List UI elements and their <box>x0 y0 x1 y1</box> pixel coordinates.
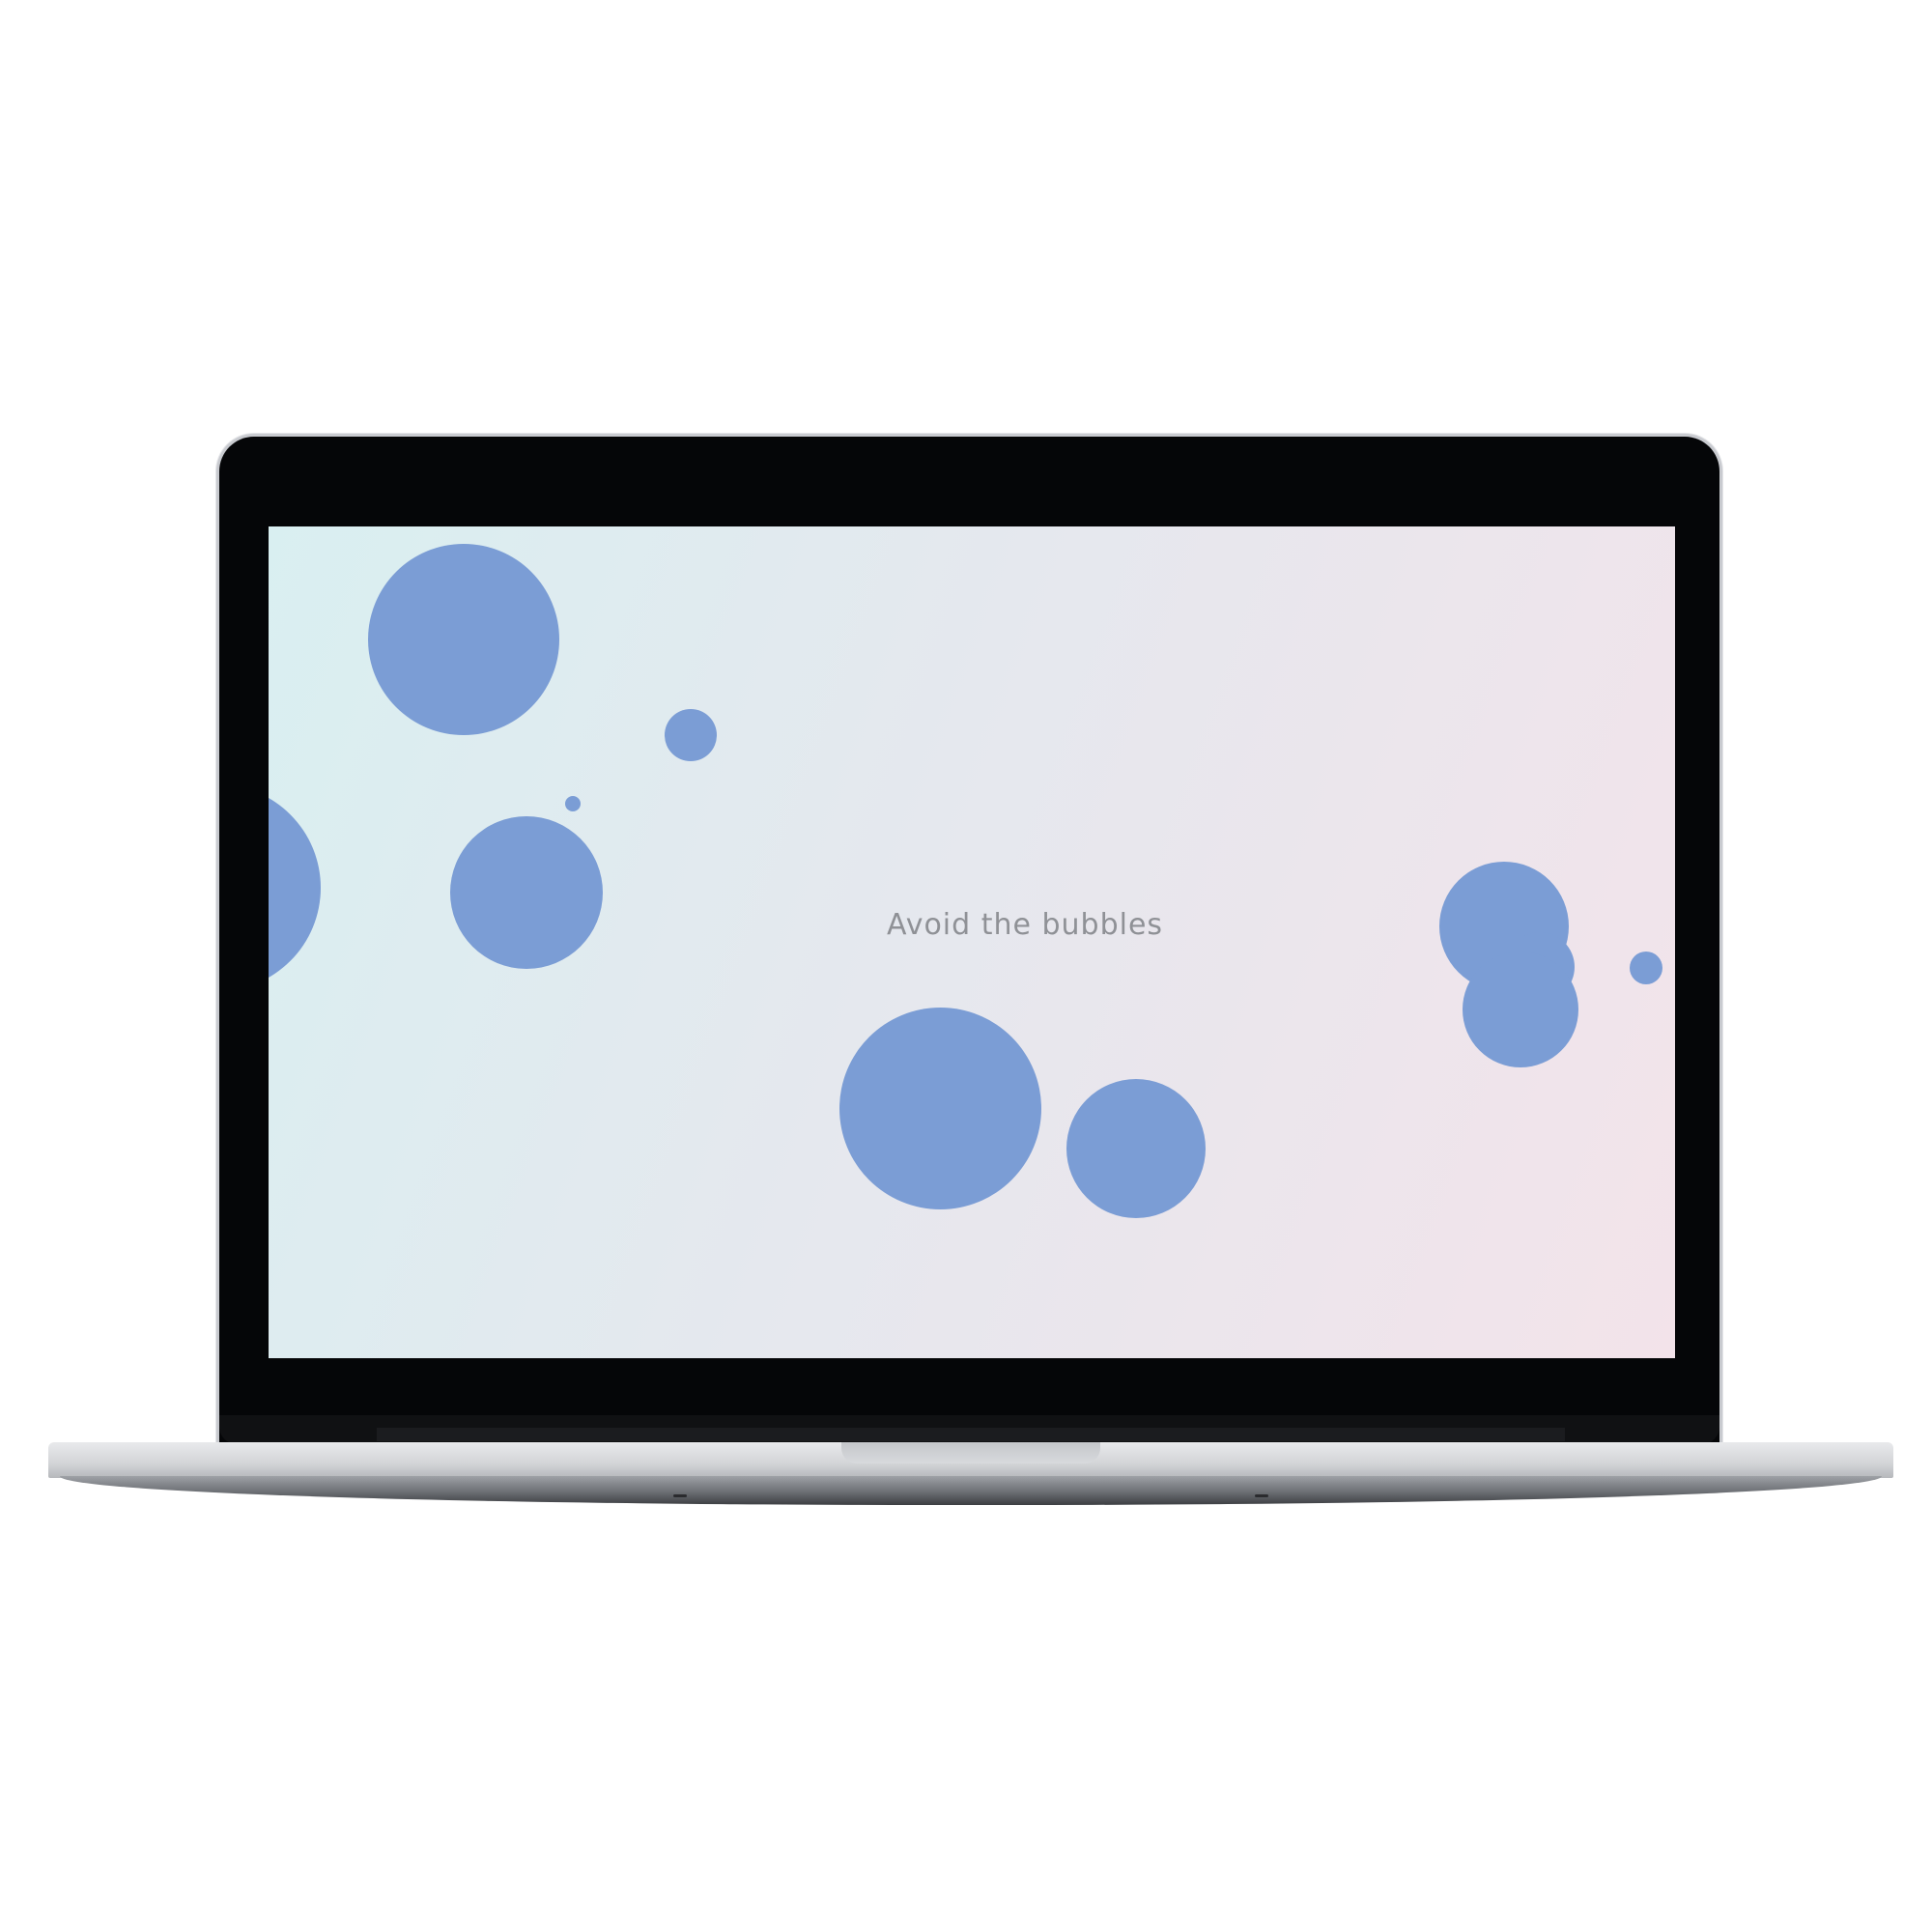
bubble <box>565 796 581 811</box>
bubble <box>1630 952 1662 984</box>
laptop-hinge <box>377 1428 1565 1441</box>
laptop-foot <box>673 1494 687 1497</box>
bubble <box>450 816 603 969</box>
bubble <box>665 709 717 761</box>
bubble <box>1463 952 1578 1067</box>
laptop-mockup: Avoid the bubbles <box>0 0 1932 1932</box>
bubble <box>368 544 559 735</box>
bubble <box>269 784 321 991</box>
laptop-notch <box>841 1442 1100 1463</box>
bubble <box>1066 1079 1206 1218</box>
tagline-text: Avoid the bubbles <box>886 908 1164 942</box>
laptop-foot <box>1255 1494 1268 1497</box>
laptop-base-edge <box>60 1476 1882 1505</box>
laptop-screen: Avoid the bubbles <box>269 526 1675 1358</box>
bubble <box>839 1008 1041 1209</box>
